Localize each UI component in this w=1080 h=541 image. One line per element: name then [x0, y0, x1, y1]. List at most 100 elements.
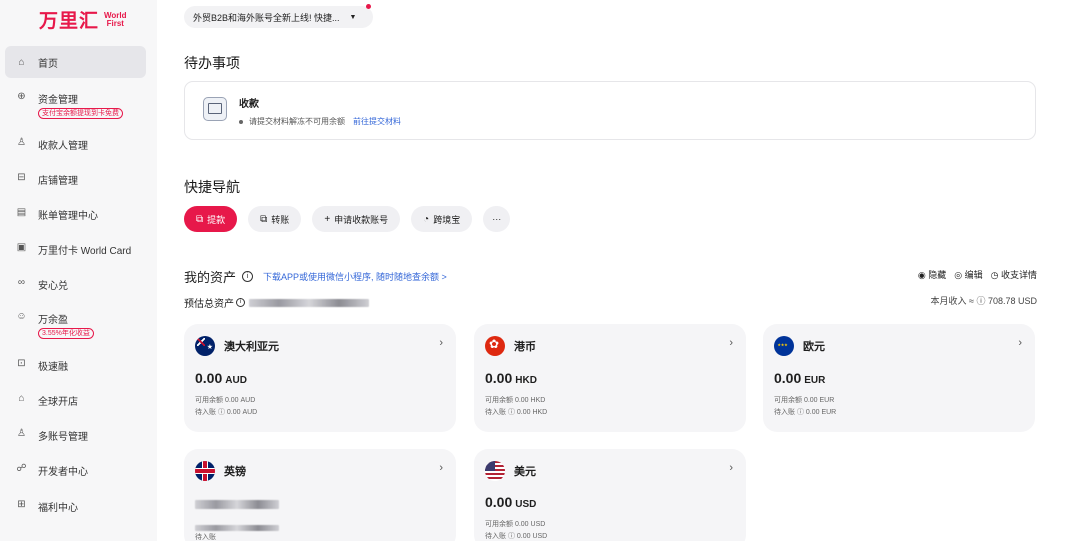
- assets-header: 我的资产 i 下载APP或使用微信小程序, 随时随地查余额 >: [184, 267, 447, 286]
- pending-balance: 待入账 ⓘ 0.00 USD: [485, 533, 548, 540]
- sidebar-item-payee[interactable]: ♙ 收款人管理: [5, 137, 146, 152]
- info-icon[interactable]: i: [236, 298, 245, 307]
- amount-value: 0.00: [485, 370, 513, 386]
- hide-button[interactable]: ◉ 隐藏: [918, 268, 946, 281]
- sidebar-item-label: 多账号管理: [38, 432, 88, 443]
- details-label: 收支详情: [1000, 270, 1037, 280]
- todo-card-title: 收款: [239, 99, 259, 110]
- multi-account-icon: ♙: [17, 428, 26, 439]
- currency-code: HKD: [515, 375, 537, 386]
- crossborder-icon: ◔: [423, 213, 430, 225]
- us-flag-icon: [485, 461, 505, 481]
- masked-total-value: [249, 298, 369, 307]
- currency-name: 美元: [514, 466, 536, 478]
- more-button[interactable]: ···: [483, 206, 511, 232]
- currency-amount: 0.00 USD: [485, 494, 536, 510]
- quick-nav-row: ⧉ 提款 ⧉ 转账 + 申请收款账号 ◔ 跨境宝 ···: [184, 206, 511, 232]
- crossborder-button[interactable]: ◔ 跨境宝: [411, 206, 473, 232]
- home-icon: ⌂: [18, 56, 25, 68]
- edit-label: 编辑: [964, 270, 983, 280]
- masked-amount-blur: [195, 500, 279, 509]
- total-assets-row: 预估总资产 i: [184, 295, 369, 310]
- todo-section-title: 待办事项: [184, 55, 240, 71]
- sidebar-item-label: 全球开店: [38, 397, 78, 408]
- transfer-button[interactable]: ⧉ 转账: [248, 206, 302, 232]
- chevron-right-icon: ›: [729, 337, 733, 349]
- currency-card-gbp[interactable]: 英镑 › 待入账: [184, 449, 456, 541]
- currency-card-aud[interactable]: 澳大利亚元 › 0.00AUD 可用余额 0.00 AUD 待入账 ⓘ 0.00…: [184, 324, 456, 432]
- apply-account-button[interactable]: + 申请收款账号: [312, 206, 401, 232]
- available-balance: 可用余额 0.00 EUR: [774, 397, 835, 404]
- card-head: 澳大利亚元: [195, 336, 279, 356]
- apply-account-label: 申请收款账号: [334, 214, 389, 225]
- card-head: 港币: [485, 336, 536, 356]
- todo-desc-row: 请提交材料解冻不可用余额 前往提交材料: [239, 116, 401, 127]
- currency-card-hkd[interactable]: 港币 › 0.00HKD 可用余额 0.00 HKD 待入账 ⓘ 0.00 HK…: [474, 324, 746, 432]
- sidebar-item-label: 资金管理: [38, 95, 78, 106]
- sidebar-item-global-store[interactable]: ⌂ 全球开店: [5, 393, 146, 408]
- chevron-right-icon: ›: [729, 462, 733, 474]
- sidebar-item-multi-account[interactable]: ♙ 多账号管理: [5, 428, 146, 443]
- transfer-icon: ⧉: [260, 213, 268, 225]
- amount-value: 0.00: [195, 370, 223, 386]
- available-balance: 可用余额 0.00 HKD: [485, 397, 546, 404]
- card-head: 欧元: [774, 336, 825, 356]
- sidebar-item-finance[interactable]: ⊡ 极速融: [5, 358, 146, 373]
- sidebar-item-world-card[interactable]: ▣ 万里付卡 World Card: [5, 242, 146, 257]
- yield-icon: ☺: [16, 311, 27, 322]
- crossborder-label: 跨境宝: [433, 214, 461, 225]
- info-icon[interactable]: i: [242, 271, 254, 282]
- sidebar-item-bill[interactable]: ▤ 账单管理中心: [5, 207, 146, 222]
- amount-value: 0.00: [485, 494, 513, 510]
- bill-icon: ▤: [16, 207, 27, 218]
- currency-name: 港币: [514, 341, 536, 353]
- sidebar-item-exchange[interactable]: ∞ 安心兑: [5, 277, 146, 292]
- sidebar-item-home[interactable]: ⌂ 首页: [5, 46, 146, 78]
- sidebar-item-label: 开发者中心: [38, 467, 88, 478]
- sidebar-item-developer[interactable]: ☍ 开发者中心: [5, 463, 146, 478]
- currency-code: EUR: [804, 375, 826, 386]
- todo-card: 收款 请提交材料解冻不可用余额 前往提交材料: [184, 81, 1036, 140]
- currency-card-eur[interactable]: 欧元 › 0.00EUR 可用余额 0.00 EUR 待入账 ⓘ 0.00 EU…: [763, 324, 1035, 432]
- announcement-dropdown[interactable]: 外贸B2B和海外账号全新上线! 快捷... ▼: [184, 4, 373, 28]
- hongkong-flag-icon: [485, 336, 505, 356]
- global-store-icon: ⌂: [18, 393, 25, 404]
- total-assets-label: 预估总资产: [184, 299, 234, 310]
- sidebar-item-label: 店铺管理: [38, 176, 78, 187]
- currency-amount: 0.00 EUR: [774, 370, 825, 386]
- todo-desc: 请提交材料解冻不可用余额: [249, 117, 345, 126]
- assets-actions: ◉ 隐藏 ◎ 编辑 ◷ 收支详情: [918, 268, 1037, 281]
- developer-icon: ☍: [16, 463, 27, 474]
- sidebar-item-label: 首页: [38, 58, 58, 70]
- payee-icon: ♙: [17, 137, 26, 148]
- sidebar-item-fund[interactable]: ⊕ 资金管理 支付宝余额提现到卡免费: [5, 91, 146, 119]
- sidebar-item-label: 极速融: [38, 362, 68, 373]
- sidebar-item-gift[interactable]: ⊞ 福利中心: [5, 499, 146, 514]
- withdraw-label: 提款: [207, 214, 226, 225]
- logo-en: World First: [104, 11, 127, 28]
- sidebar-item-store[interactable]: ⊟ 店铺管理: [5, 172, 146, 187]
- australia-flag-icon: [195, 336, 215, 356]
- details-button[interactable]: ◷ 收支详情: [991, 268, 1037, 281]
- download-app-link[interactable]: 下载APP或使用微信小程序, 随时随地查余额 >: [263, 270, 447, 283]
- sidebar-item-yield[interactable]: ☺ 万余盈 3.55%年化收益: [5, 311, 146, 339]
- yield-badge: 3.55%年化收益: [38, 328, 94, 339]
- chevron-right-icon: ›: [439, 337, 443, 349]
- pending-balance: 待入账 ⓘ 0.00 EUR: [774, 409, 837, 416]
- sidebar-item-label: 安心兑: [38, 281, 68, 292]
- masked-available-blur: [195, 525, 279, 531]
- currency-card-usd[interactable]: 美元 › 0.00 USD 可用余额 0.00 USD 待入账 ⓘ 0.00 US…: [474, 449, 746, 541]
- masked-amount: [195, 496, 279, 514]
- caret-down-icon: ▼: [349, 13, 357, 21]
- submit-materials-link[interactable]: 前往提交材料: [353, 116, 401, 127]
- brand-logo[interactable]: 万里汇 World First: [39, 6, 127, 33]
- available-balance: 可用余额 0.00 USD: [485, 521, 546, 528]
- edit-button[interactable]: ◎ 编辑: [954, 268, 982, 281]
- announcement-text: 外贸B2B和海外账号全新上线! 快捷...: [193, 12, 340, 23]
- eu-flag-icon: [774, 336, 794, 356]
- transfer-label: 转账: [271, 214, 290, 225]
- card-head: 英镑: [195, 461, 246, 481]
- currency-name: 欧元: [803, 341, 825, 353]
- promo-badge: 支付宝余额提现到卡免费: [38, 108, 123, 119]
- withdraw-button[interactable]: ⧉ 提款: [184, 206, 238, 232]
